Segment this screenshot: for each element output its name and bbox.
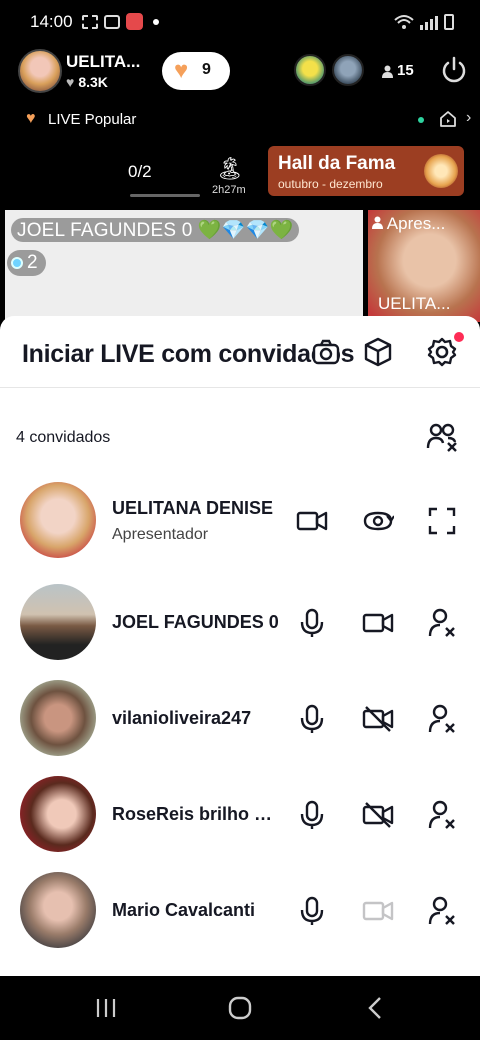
- host-name[interactable]: UELITA...: [66, 52, 140, 72]
- home-icon[interactable]: [438, 109, 458, 129]
- power-icon[interactable]: [440, 56, 468, 84]
- guest-row[interactable]: RoseReis brilho de luz: [0, 766, 480, 862]
- popular-label[interactable]: LIVE Popular: [48, 111, 136, 128]
- guest-slot-counter: 0/2: [128, 162, 152, 181]
- status-icons: [82, 13, 159, 30]
- person-icon: [372, 216, 383, 229]
- video-camera-off-icon[interactable]: [362, 703, 394, 735]
- host-likes: ♥ 8.3K: [66, 74, 108, 90]
- android-nav-bar: [0, 976, 480, 1040]
- guest-name: Mario Cavalcanti: [112, 900, 256, 920]
- guest-name: RoseReis brilho de luz: [112, 804, 282, 824]
- guest-role: Apresentador: [112, 526, 209, 543]
- heart-icon: ♥: [174, 57, 189, 84]
- host-video-right[interactable]: Apres... UELITA...: [368, 210, 480, 322]
- avatar[interactable]: [20, 776, 96, 852]
- video-camera-icon[interactable]: [362, 607, 394, 639]
- microphone-icon[interactable]: [296, 703, 328, 735]
- live-header: UELITA... ♥ 8.3K ♥ 9 15: [0, 44, 480, 100]
- microphone-icon[interactable]: [296, 895, 328, 927]
- status-time: 14:00: [30, 12, 73, 31]
- remove-guest-icon[interactable]: [426, 799, 458, 831]
- avatar[interactable]: [20, 584, 96, 660]
- viewer-avatar[interactable]: [332, 54, 364, 86]
- avatar[interactable]: [20, 680, 96, 756]
- host-likes-count: 8.3K: [78, 74, 108, 90]
- guest-name: UELITANA DENISE: [112, 498, 274, 518]
- guest-video-left[interactable]: JOEL FAGUNDES 0 💚💎💎💚 2: [5, 210, 363, 322]
- guests-count: 4 convidados: [16, 429, 111, 446]
- microphone-icon[interactable]: [296, 607, 328, 639]
- notification-dot: [454, 332, 464, 342]
- fullscreen-icon[interactable]: [426, 505, 458, 537]
- video-camera-off-icon[interactable]: [362, 799, 394, 831]
- viewer-avatar[interactable]: [294, 54, 326, 86]
- sheet-header: Iniciar LIVE com convidados: [0, 316, 480, 388]
- host-tag: Apres...: [372, 214, 445, 234]
- guest-row-host[interactable]: UELITANA DENISE Apresentador: [0, 472, 480, 568]
- avatar[interactable]: [20, 482, 96, 558]
- guest-badge: 2: [7, 250, 46, 276]
- signal-icon: [420, 16, 438, 30]
- host-avatar[interactable]: [18, 49, 62, 93]
- microphone-icon[interactable]: [296, 799, 328, 831]
- gift-count: 9: [202, 61, 211, 78]
- settings-gear-icon[interactable]: [426, 336, 458, 368]
- island-timer: 2h27m: [212, 184, 246, 196]
- trophy-gem-icon: [424, 154, 458, 188]
- remove-guest-icon[interactable]: [426, 703, 458, 735]
- back-icon[interactable]: [360, 992, 392, 1024]
- screen-capture-icon: [82, 14, 98, 29]
- online-dot: [418, 117, 424, 123]
- popular-row[interactable]: ♥ LIVE Popular ›: [0, 100, 480, 138]
- island-icon[interactable]: 🏝: [216, 156, 244, 182]
- guest-sheet: Iniciar LIVE com convidados 4 convidados…: [0, 316, 480, 976]
- flip-camera-icon[interactable]: [362, 505, 394, 537]
- wifi-icon: [394, 15, 414, 29]
- hall-of-fame-banner[interactable]: Hall da Fama outubro - dezembro: [268, 146, 464, 196]
- hall-title: Hall da Fama: [278, 153, 396, 174]
- viewer-count[interactable]: 15: [397, 62, 414, 79]
- system-icons: [394, 14, 454, 30]
- counter-row: 0/2 🏝 2h27m Hall da Fama outubro - dezem…: [0, 140, 480, 206]
- person-icon: [382, 65, 393, 78]
- video-camera-disabled-icon: [362, 901, 394, 921]
- host-video-name: UELITA...: [378, 294, 451, 313]
- guest-row[interactable]: vilanioliveira247: [0, 670, 480, 766]
- home-button-icon[interactable]: [224, 992, 256, 1024]
- chevron-right-icon[interactable]: ›: [466, 109, 471, 127]
- recent-apps-icon[interactable]: [90, 992, 122, 1024]
- gem-icon: [11, 257, 23, 269]
- gift-pill[interactable]: ♥ 9: [162, 52, 230, 90]
- status-bar: 14:00: [0, 0, 480, 44]
- heart-icon: ♥: [66, 74, 75, 90]
- hall-period: outubro - dezembro: [278, 177, 383, 191]
- guest-row[interactable]: Mario Cavalcanti: [0, 862, 480, 958]
- notification-dot-icon: [153, 18, 159, 25]
- avatar[interactable]: [20, 872, 96, 948]
- guest-row[interactable]: JOEL FAGUNDES 0: [0, 574, 480, 670]
- heart-icon: ♥: [26, 110, 36, 127]
- guest-name: JOEL FAGUNDES 0: [112, 612, 279, 632]
- guest-badge-count: 2: [27, 252, 38, 273]
- host-tag-label: Apres...: [386, 214, 446, 233]
- camera-effects-icon[interactable]: [310, 336, 342, 368]
- app-notification-icon: [126, 13, 143, 30]
- box-icon[interactable]: [362, 336, 394, 368]
- battery-icon: [444, 14, 454, 30]
- remove-guest-icon[interactable]: [426, 607, 458, 639]
- guest-name: vilanioliveira247: [112, 708, 252, 728]
- video-camera-icon[interactable]: [296, 505, 328, 537]
- guest-video-name: JOEL FAGUNDES 0 💚💎💎💚: [11, 218, 300, 242]
- camera-status-icon: [104, 14, 120, 29]
- remove-guest-icon[interactable]: [426, 895, 458, 927]
- remove-all-guests-icon[interactable]: [426, 422, 460, 452]
- counter-underline: [130, 194, 200, 197]
